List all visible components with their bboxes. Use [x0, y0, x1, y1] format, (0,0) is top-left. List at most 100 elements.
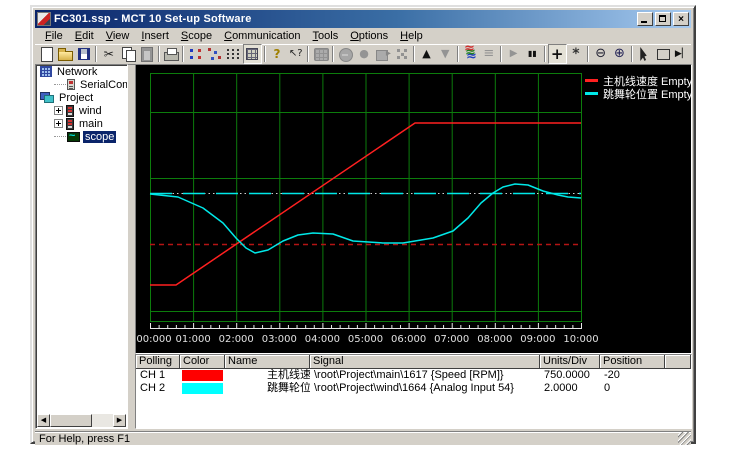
tree-item-label: Network: [55, 66, 99, 78]
position-cell: 0: [600, 382, 665, 395]
tree-item-network[interactable]: Network: [36, 65, 127, 78]
toolbar-separator: [544, 46, 546, 62]
read-parameters-icon: [207, 46, 223, 62]
write-to-drive-icon: [375, 46, 391, 62]
menu-insert[interactable]: Insert: [135, 29, 175, 43]
zoom-out-button[interactable]: ⊖: [591, 44, 610, 64]
tree-item-wind[interactable]: wind: [36, 104, 127, 117]
right-edge-button[interactable]: ▶▏: [672, 44, 691, 64]
help-button[interactable]: ?: [268, 44, 287, 64]
column-header-spacer[interactable]: [665, 355, 691, 369]
column-header-position[interactable]: Position: [600, 355, 665, 369]
x-axis-label: 01:000: [176, 334, 211, 345]
print-button[interactable]: [162, 44, 181, 64]
app-window: FC301.ssp - MCT 10 Set-up Software × Fil…: [30, 5, 696, 444]
move-down-button: ▼: [436, 44, 455, 64]
menu-help[interactable]: Help: [394, 29, 429, 43]
new-file-button[interactable]: [37, 44, 56, 64]
expand-toggle[interactable]: [54, 119, 63, 128]
x-axis-label: 08:000: [477, 334, 512, 345]
toolbar-separator: [413, 46, 415, 62]
context-help-button[interactable]: ↖?: [286, 44, 305, 64]
scroll-left-button[interactable]: ◀: [37, 414, 50, 427]
move-up-button[interactable]: ▲: [417, 44, 436, 64]
read-from-drive-icon: [394, 46, 410, 62]
read-parameters-button[interactable]: [205, 44, 224, 64]
save-file-icon: [76, 46, 92, 62]
track-cursor-icon: *: [568, 46, 584, 62]
name-cell: 主机线速度: [225, 369, 310, 382]
tree-item-main[interactable]: main: [36, 117, 127, 130]
start-scope-button: ▶: [504, 44, 523, 64]
toolbar-separator: [587, 46, 589, 62]
serial-icon: [67, 79, 75, 90]
column-header-units-div[interactable]: Units/Div: [540, 355, 600, 369]
parameter-grid-button[interactable]: [243, 44, 262, 64]
minimize-button[interactable]: [637, 12, 653, 26]
close-button[interactable]: ×: [673, 12, 689, 26]
column-header-name[interactable]: Name: [225, 355, 310, 369]
channel-row-ch1[interactable]: CH 1主机线速度\root\Project\main\1617 {Speed …: [136, 369, 691, 382]
menu-options[interactable]: Options: [344, 29, 394, 43]
menu-communication[interactable]: Communication: [218, 29, 306, 43]
zoom-in-button[interactable]: ⊕: [610, 44, 629, 64]
polling-cell: CH 2: [136, 382, 180, 395]
column-header-polling[interactable]: Polling: [136, 355, 180, 369]
stop-drive-icon: [337, 46, 353, 62]
open-file-button[interactable]: [56, 44, 75, 64]
compare-parameters-button[interactable]: [224, 44, 243, 64]
signal-cell: \root\Project\main\1617 {Speed [RPM]}: [310, 369, 540, 382]
scope-waves-button[interactable]: [461, 44, 480, 64]
column-header-color[interactable]: Color: [180, 355, 225, 369]
scope-waves-icon: [462, 46, 478, 62]
channel-row-ch2[interactable]: CH 2 跳舞轮位置\root\Project\wind\1664 {Analog…: [136, 382, 691, 395]
open-file-icon: [57, 46, 73, 62]
legend-color-dash: [585, 79, 598, 82]
tree-item-project[interactable]: Project: [36, 91, 127, 104]
units-div-cell: 750.0000: [540, 369, 600, 382]
pause-scope-button[interactable]: ▮▮: [523, 44, 542, 64]
signal-cell: \root\Project\wind\1664 {Analog Input 54…: [310, 382, 540, 395]
column-header-signal[interactable]: Signal: [310, 355, 540, 369]
menu-scope[interactable]: Scope: [175, 29, 218, 43]
title-bar[interactable]: FC301.ssp - MCT 10 Set-up Software ×: [35, 10, 691, 28]
scrollbar-thumb[interactable]: [50, 414, 92, 427]
tree-item-scope[interactable]: scope: [36, 130, 127, 143]
name-cell: 跳舞轮位置: [225, 382, 310, 395]
x-axis-label: 06:000: [391, 334, 426, 345]
color-cell: [182, 370, 223, 381]
scope-chart-canvas[interactable]: 00:00001:00002:00003:00004:00005:00006:0…: [135, 64, 692, 354]
tree-horizontal-scrollbar[interactable]: ◀ ▶: [37, 414, 126, 427]
menu-tools[interactable]: Tools: [307, 29, 345, 43]
menu-file[interactable]: File: [39, 29, 69, 43]
legend-label: 跳舞轮位置 Empty: [603, 86, 692, 102]
pan-crosshair-button[interactable]: +: [548, 44, 567, 64]
tree-item-serialcom[interactable]: SerialCom: [36, 78, 127, 91]
help-icon: ?: [269, 46, 285, 62]
expand-toggle[interactable]: [54, 106, 63, 115]
channel-table[interactable]: PollingColorNameSignalUnits/DivPosition …: [135, 354, 692, 429]
write-to-drive-button: [374, 44, 393, 64]
update-parameters-button[interactable]: [186, 44, 205, 64]
toolbar-separator: [158, 46, 160, 62]
project-tree[interactable]: NetworkSerialComProjectwindmainscope ◀ ▶: [35, 64, 128, 429]
copy-button[interactable]: [118, 44, 137, 64]
scroll-right-button[interactable]: ▶: [113, 414, 126, 427]
menu-edit[interactable]: Edit: [69, 29, 100, 43]
paste-icon: [138, 46, 154, 62]
resize-grip[interactable]: [678, 432, 691, 445]
save-file-button[interactable]: [75, 44, 94, 64]
x-axis-label: 04:000: [305, 334, 340, 345]
toolbar-separator: [264, 46, 266, 62]
x-axis-label: 07:000: [434, 334, 469, 345]
cut-button[interactable]: ✂: [99, 44, 118, 64]
pointer-button[interactable]: [635, 44, 654, 64]
new-file-icon: [38, 46, 54, 62]
scope-view: 00:00001:00002:00003:00004:00005:00006:0…: [135, 64, 692, 434]
menu-view[interactable]: View: [100, 29, 136, 43]
copy-icon: [120, 46, 136, 62]
track-cursor-button[interactable]: *: [567, 44, 586, 64]
maximize-button[interactable]: [655, 12, 671, 26]
zoom-box-button[interactable]: [654, 44, 673, 64]
units-div-cell: 2.0000: [540, 382, 600, 395]
